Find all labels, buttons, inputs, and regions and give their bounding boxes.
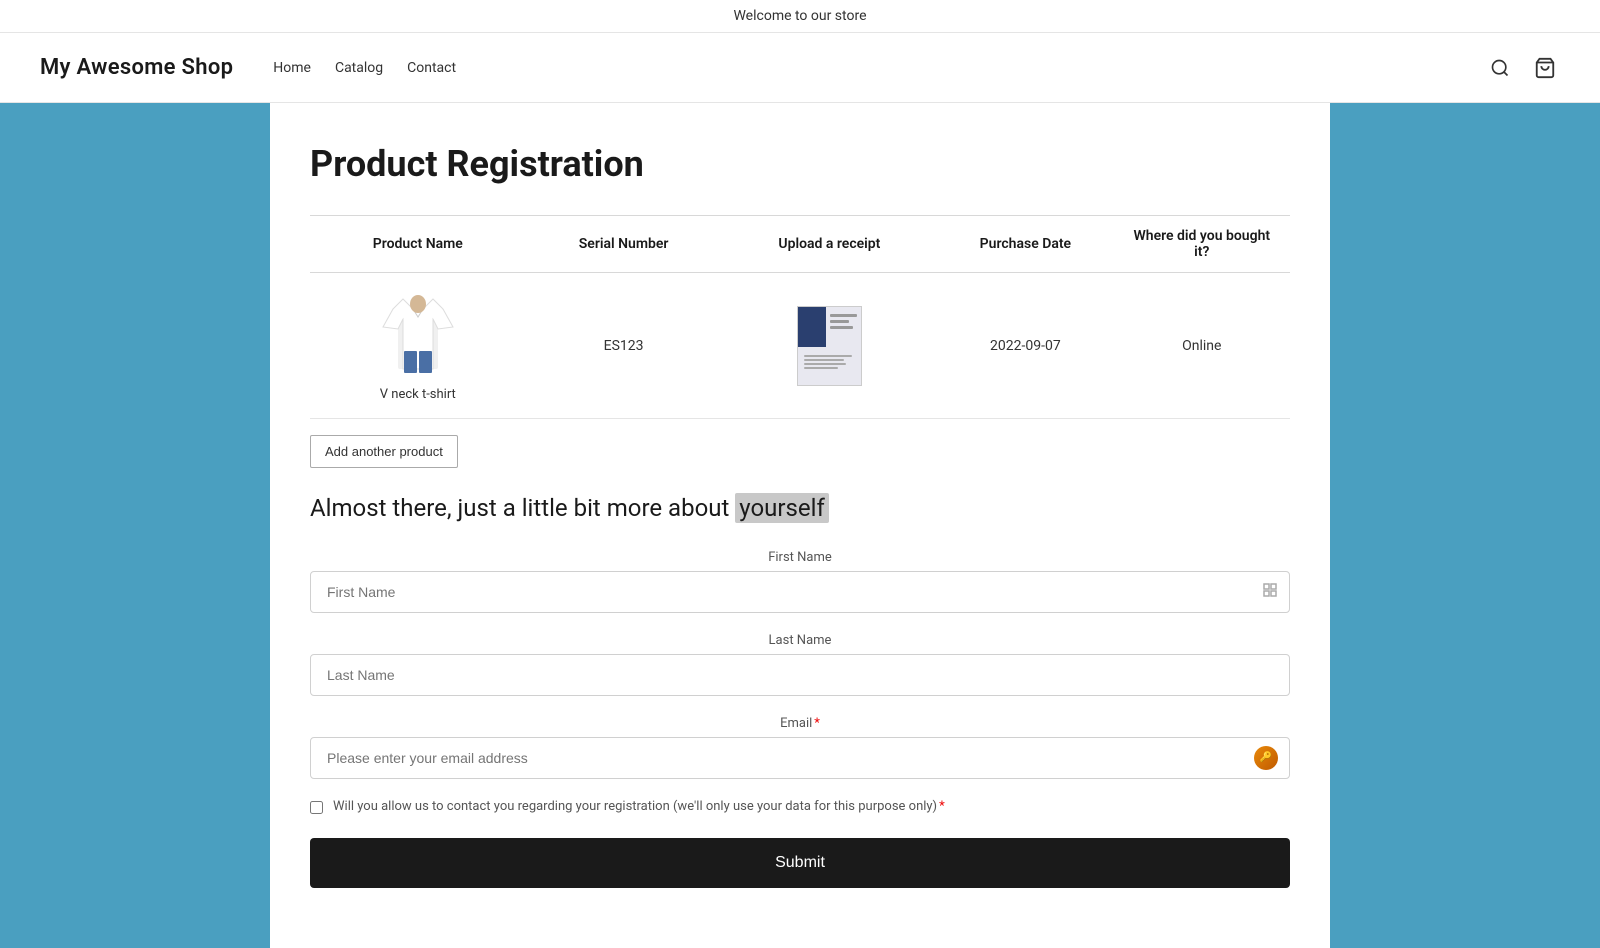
table-row: V neck t-shirt ES123: [310, 273, 1290, 419]
announcement-bar: Welcome to our store: [0, 0, 1600, 33]
first-name-group: First Name: [310, 550, 1290, 613]
consent-row: Will you allow us to contact you regardi…: [310, 799, 1290, 814]
nav-home[interactable]: Home: [273, 60, 311, 76]
header-left: My Awesome Shop Home Catalog Contact: [40, 55, 456, 80]
first-name-icon: [1262, 582, 1278, 602]
email-input[interactable]: [310, 737, 1290, 779]
cell-serial-number: ES123: [526, 273, 722, 419]
last-name-input-wrapper: [310, 654, 1290, 696]
product-tshirt-image: [378, 289, 458, 379]
cell-where-bought: Online: [1114, 273, 1290, 419]
cell-receipt: [722, 273, 938, 419]
email-label: Email*: [310, 716, 1290, 731]
product-name-label: V neck t-shirt: [380, 387, 456, 402]
page-title: Product Registration: [310, 143, 1290, 185]
col-header-product: Product Name: [310, 216, 526, 273]
first-name-label: First Name: [310, 550, 1290, 565]
last-name-group: Last Name: [310, 633, 1290, 696]
receipt-thumbnail: [797, 306, 862, 386]
first-name-input-wrapper: [310, 571, 1290, 613]
col-header-where: Where did you bought it?: [1114, 216, 1290, 273]
consent-checkbox[interactable]: [310, 801, 323, 814]
about-heading: Almost there, just a little bit more abo…: [310, 492, 1290, 526]
cart-icon: [1534, 57, 1556, 79]
col-header-receipt: Upload a receipt: [722, 216, 938, 273]
add-another-product-button[interactable]: Add another product: [310, 435, 458, 468]
last-name-label: Last Name: [310, 633, 1290, 648]
col-header-serial: Serial Number: [526, 216, 722, 273]
announcement-text: Welcome to our store: [733, 8, 866, 24]
col-header-date: Purchase Date: [937, 216, 1113, 273]
about-heading-highlight: yourself: [735, 493, 829, 523]
registration-form: First Name Last Name: [310, 550, 1290, 888]
first-name-input[interactable]: [310, 571, 1290, 613]
email-group: Email* 🔑: [310, 716, 1290, 779]
header-icons: [1486, 53, 1560, 83]
email-autofill-icon: 🔑: [1254, 746, 1278, 770]
cart-button[interactable]: [1530, 53, 1560, 83]
submit-button[interactable]: Submit: [310, 838, 1290, 888]
main-content: Product Registration Product Name Serial…: [270, 103, 1330, 948]
main-nav: Home Catalog Contact: [273, 60, 456, 76]
email-input-wrapper: 🔑: [310, 737, 1290, 779]
product-table: Product Name Serial Number Upload a rece…: [310, 215, 1290, 419]
product-image-container: V neck t-shirt: [326, 289, 510, 402]
consent-label[interactable]: Will you allow us to contact you regardi…: [333, 799, 945, 814]
cell-product-name: V neck t-shirt: [310, 273, 526, 419]
last-name-input[interactable]: [310, 654, 1290, 696]
about-heading-before: Almost there, just a little bit more abo…: [310, 494, 735, 522]
nav-catalog[interactable]: Catalog: [335, 60, 383, 76]
nav-contact[interactable]: Contact: [407, 60, 456, 76]
store-name: My Awesome Shop: [40, 55, 233, 80]
search-button[interactable]: [1486, 54, 1514, 82]
cell-purchase-date: 2022-09-07: [937, 273, 1113, 419]
header: My Awesome Shop Home Catalog Contact: [0, 33, 1600, 103]
search-icon: [1490, 58, 1510, 78]
